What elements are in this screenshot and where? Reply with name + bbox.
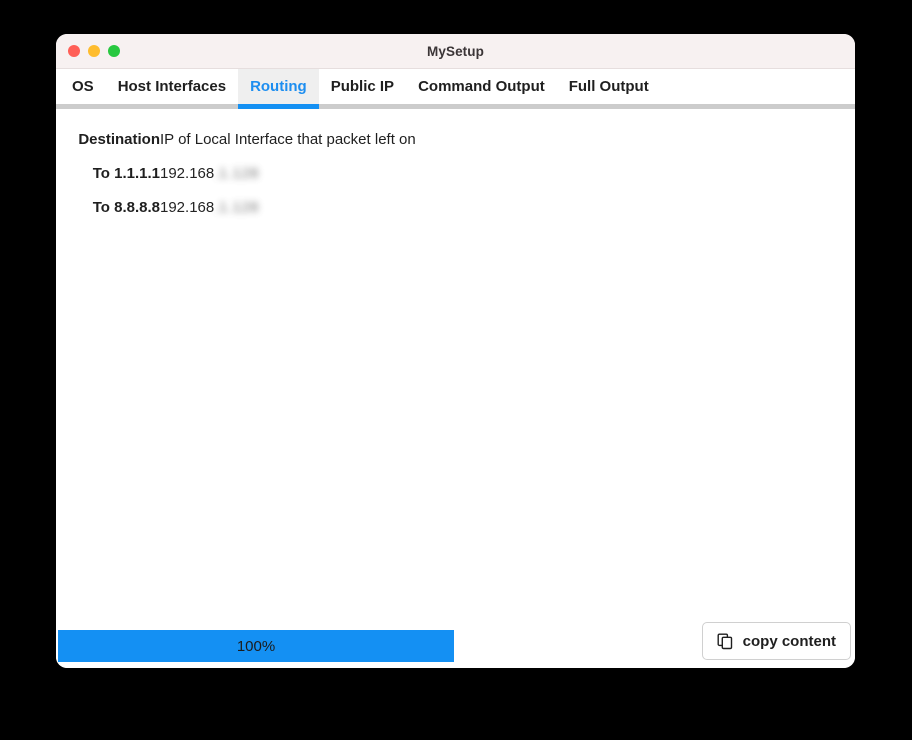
interface-column-header: IP of Local Interface that packet left o… xyxy=(160,131,416,148)
row-interface-ip: 192.168.1.128 xyxy=(160,191,416,225)
table-row: To 1.1.1.1 192.168.1.128 xyxy=(66,157,416,191)
ip-prefix: 192.168 xyxy=(160,199,215,216)
row-interface-ip: 192.168.1.128 xyxy=(160,157,416,191)
progress-label: 100% xyxy=(236,637,276,655)
copy-icon xyxy=(717,633,734,650)
footer-bar: 100% copy content xyxy=(56,613,855,668)
routing-table: Destination IP of Local Interface that p… xyxy=(66,123,416,225)
tab-public-ip[interactable]: Public IP xyxy=(319,69,406,104)
ip-redacted: .1.128 xyxy=(214,165,259,182)
app-window: MySetup OS Host Interfaces Routing Publi… xyxy=(56,34,855,668)
tab-os[interactable]: OS xyxy=(60,69,106,104)
tab-full-output[interactable]: Full Output xyxy=(557,69,661,104)
tab-host-interfaces[interactable]: Host Interfaces xyxy=(106,69,238,104)
destination-column-header: Destination xyxy=(78,131,160,148)
tab-command-output[interactable]: Command Output xyxy=(406,69,557,104)
copy-content-label: copy content xyxy=(742,632,836,650)
minimize-window-button[interactable] xyxy=(88,45,100,57)
traffic-light-group xyxy=(68,34,120,68)
row-destination: To 8.8.8.8 xyxy=(92,199,160,216)
close-window-button[interactable] xyxy=(68,45,80,57)
window-title: MySetup xyxy=(427,43,484,59)
table-header-row: Destination IP of Local Interface that p… xyxy=(66,123,416,157)
maximize-window-button[interactable] xyxy=(108,45,120,57)
copy-content-button[interactable]: copy content xyxy=(701,622,851,660)
tab-bar: OS Host Interfaces Routing Public IP Com… xyxy=(56,69,855,104)
title-bar: MySetup xyxy=(56,34,855,69)
ip-prefix: 192.168 xyxy=(160,165,215,182)
row-destination: To 1.1.1.1 xyxy=(92,165,160,182)
tab-routing[interactable]: Routing xyxy=(238,69,319,104)
table-row: To 8.8.8.8 192.168.1.128 xyxy=(66,191,416,225)
routing-content-panel: Destination IP of Local Interface that p… xyxy=(56,109,855,628)
progress-bar: 100% xyxy=(58,630,454,662)
ip-redacted: .1.128 xyxy=(214,199,259,216)
